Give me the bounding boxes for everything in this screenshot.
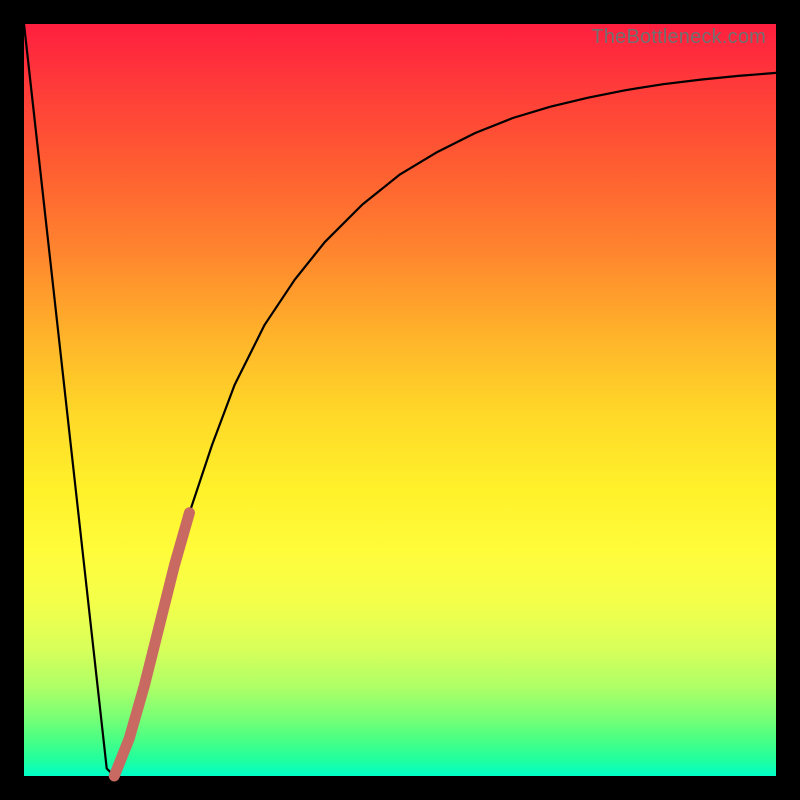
highlight-segment-path: [114, 513, 189, 776]
bottleneck-curve-path: [24, 24, 776, 776]
chart-svg: [24, 24, 776, 776]
gradient-plot-area: TheBottleneck.com: [24, 24, 776, 776]
outer-frame: TheBottleneck.com: [0, 0, 800, 800]
